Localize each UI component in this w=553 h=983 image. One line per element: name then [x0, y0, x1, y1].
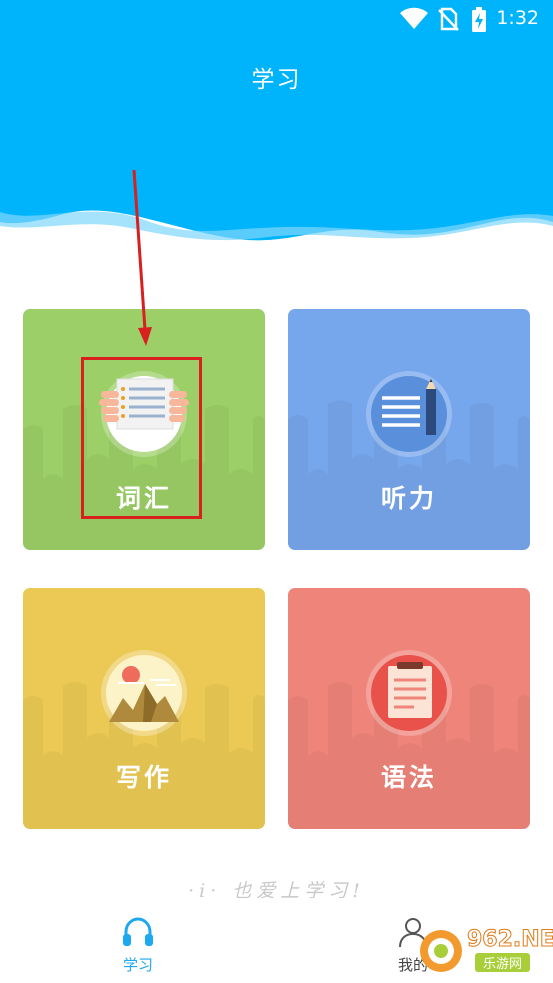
watermark-brand: 962.NET — [467, 927, 553, 953]
page-title: 学习 — [251, 67, 302, 93]
status-time: 1:32 — [496, 7, 539, 29]
watermark-logo-icon — [420, 930, 462, 972]
grammar-card[interactable]: 语法 — [288, 588, 530, 829]
grammar-label: 语法 — [380, 763, 437, 792]
writing-card[interactable]: 写作 — [23, 588, 265, 829]
bottom-nav: 学习 我的 962.NET 乐游网 — [0, 898, 553, 983]
wifi-icon — [400, 7, 428, 29]
mountain-sun-icon — [101, 650, 187, 736]
header: 1:32 学习 — [0, 0, 553, 250]
watermark-sub: 乐游网 — [475, 953, 531, 972]
battery-charging-icon — [472, 7, 486, 32]
status-bar: 1:32 — [0, 0, 553, 40]
site-watermark: 962.NET 乐游网 — [417, 925, 553, 977]
listening-card[interactable]: 听力 — [288, 309, 530, 550]
listening-label: 听力 — [380, 484, 437, 513]
nav-study-tab[interactable]: 学习 — [98, 916, 178, 975]
no-sim-icon — [438, 7, 459, 31]
headphones-icon — [123, 917, 153, 946]
annotation-highlight-box — [81, 357, 202, 519]
clipboard-icon — [366, 650, 452, 736]
notebook-pencil-icon — [366, 371, 452, 457]
writing-label: 写作 — [115, 763, 172, 792]
nav-study-label: 学习 — [122, 956, 153, 974]
